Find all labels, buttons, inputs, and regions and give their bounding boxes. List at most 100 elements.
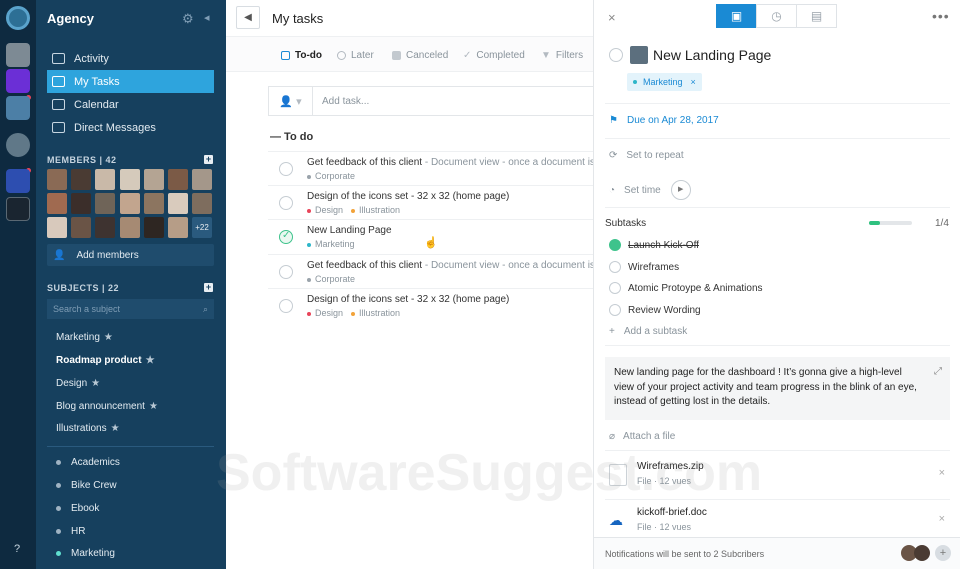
subject-blog-announcement[interactable]: Blog announcement ★ — [56, 401, 158, 412]
subscriber-avatar[interactable] — [914, 545, 930, 561]
add-subject-plus-icon[interactable]: + — [204, 283, 213, 292]
avatar[interactable] — [168, 193, 188, 214]
avatar[interactable] — [47, 169, 67, 190]
back-button[interactable]: ◀ — [236, 6, 260, 29]
star-icon[interactable]: ★ — [149, 401, 158, 412]
task-row[interactable]: Get feedback of this client - Document v… — [268, 151, 593, 185]
avatar[interactable] — [71, 217, 91, 238]
avatar[interactable] — [192, 169, 212, 190]
assignee-avatar[interactable] — [630, 46, 648, 64]
star-icon[interactable]: ★ — [91, 378, 100, 389]
workspace-item[interactable] — [6, 133, 30, 157]
nav-my-tasks[interactable]: My Tasks — [47, 70, 214, 93]
more-options-icon[interactable]: ••• — [932, 8, 950, 24]
task-row[interactable]: Get feedback of this client - Document v… — [268, 254, 593, 288]
add-task-input[interactable]: Add task... — [313, 96, 369, 107]
task-checkbox-checked[interactable]: ✓ — [279, 230, 293, 244]
subtask-item[interactable]: Review Wording — [609, 304, 701, 316]
repeat-field[interactable]: ⟳ Set to repeat — [609, 150, 684, 161]
subject-search-input[interactable]: Search a subject ⌕ — [47, 299, 214, 319]
tag-hr[interactable]: HR — [56, 526, 85, 537]
avatar[interactable] — [95, 169, 115, 190]
workspace-item[interactable] — [6, 96, 30, 120]
tag-bike-crew[interactable]: Bike Crew — [56, 480, 117, 491]
task-checkbox[interactable] — [279, 162, 293, 176]
tab-later[interactable]: Later — [337, 50, 374, 61]
add-members-button[interactable]: 👤 Add members — [47, 244, 214, 266]
star-icon[interactable]: ★ — [111, 423, 120, 434]
avatar[interactable] — [95, 217, 115, 238]
subtask-checkbox[interactable] — [609, 261, 621, 273]
gear-icon[interactable]: ⚙ — [182, 11, 194, 27]
workspace-item[interactable] — [6, 43, 30, 67]
task-title[interactable]: New Landing Page — [653, 47, 771, 63]
file-name[interactable]: kickoff-brief.doc — [637, 507, 707, 518]
task-row[interactable]: Design of the icons set - 32 x 32 (home … — [268, 288, 593, 322]
task-checkbox[interactable] — [279, 196, 293, 210]
avatar[interactable] — [168, 217, 188, 238]
star-icon[interactable]: ★ — [104, 332, 113, 343]
task-checkbox[interactable] — [279, 299, 293, 313]
tab-completed[interactable]: ✓ Completed — [463, 50, 525, 61]
file-name[interactable]: Wireframes.zip — [637, 461, 704, 472]
task-description-box[interactable]: New landing page for the dashboard ! It’… — [605, 357, 950, 420]
tab-filters[interactable]: ▼ Filters — [541, 50, 583, 61]
tab-detail-inbox[interactable]: ▣ — [716, 4, 757, 28]
avatar[interactable] — [47, 193, 67, 214]
subject-design[interactable]: Design ★ — [56, 378, 100, 389]
avatar[interactable] — [71, 193, 91, 214]
workspace-item[interactable] — [6, 169, 30, 193]
more-members-badge[interactable]: +22 — [192, 217, 212, 238]
workspace-item[interactable] — [6, 69, 30, 93]
task-complete-checkbox[interactable] — [609, 48, 623, 62]
expand-icon[interactable]: ⤢ — [934, 365, 942, 380]
avatar[interactable] — [120, 193, 140, 214]
assign-user-icon[interactable]: 👤 ▾ — [269, 87, 313, 115]
subtask-checkbox[interactable] — [609, 282, 621, 294]
attach-file-button[interactable]: ⌀ Attach a file — [609, 431, 675, 442]
subject-illustrations[interactable]: Illustrations ★ — [56, 423, 120, 434]
add-subscriber-icon[interactable]: + — [935, 545, 951, 561]
task-row[interactable]: Design of the icons set - 32 x 32 (home … — [268, 185, 593, 219]
subject-roadmap-product[interactable]: Roadmap product ★ — [56, 355, 155, 366]
close-icon[interactable]: × — [608, 10, 616, 25]
tag-marketing[interactable]: Marketing — [56, 548, 115, 559]
remove-tag-icon[interactable]: × — [691, 77, 696, 87]
avatar[interactable] — [95, 193, 115, 214]
avatar[interactable] — [47, 217, 67, 238]
subject-marketing[interactable]: Marketing ★ — [56, 332, 113, 343]
avatar[interactable] — [144, 169, 164, 190]
file-item[interactable]: Wireframes.zip File · 12 vues × — [609, 458, 949, 498]
avatar[interactable] — [192, 193, 212, 214]
avatar[interactable] — [168, 169, 188, 190]
workspace-logo-icon[interactable] — [6, 6, 30, 30]
nav-calendar[interactable]: Calendar — [47, 93, 214, 116]
nav-direct-messages[interactable]: Direct Messages — [47, 116, 214, 139]
add-subtask-button[interactable]: + Add a subtask — [609, 326, 687, 337]
tag-ebook[interactable]: Ebook — [56, 503, 99, 514]
subtask-item[interactable]: Wireframes — [609, 261, 679, 273]
subtask-checkbox-checked[interactable] — [609, 239, 621, 251]
play-icon[interactable]: ▶ — [670, 180, 691, 200]
help-icon[interactable]: ? — [14, 543, 20, 555]
add-member-plus-icon[interactable]: + — [204, 155, 213, 164]
avatar[interactable] — [120, 217, 140, 238]
tab-canceled[interactable]: Canceled — [392, 50, 448, 61]
tag-chip-marketing[interactable]: Marketing × — [627, 73, 702, 91]
tab-detail-later[interactable]: ◷ — [756, 4, 797, 28]
avatar[interactable] — [120, 169, 140, 190]
tab-detail-archive[interactable]: ▤ — [796, 4, 837, 28]
remove-file-icon[interactable]: × — [939, 513, 945, 525]
avatar[interactable] — [71, 169, 91, 190]
group-header-todo[interactable]: — To do — [270, 131, 313, 143]
star-icon[interactable]: ★ — [146, 355, 155, 366]
set-time-field[interactable]: ◔ Set time ▶ — [609, 180, 691, 200]
subtask-item[interactable]: Launch Kick-Off — [609, 239, 699, 251]
avatar[interactable] — [144, 193, 164, 214]
tag-academics[interactable]: Academics — [56, 457, 120, 468]
collapse-sidebar-icon[interactable]: ◂ — [204, 11, 210, 24]
nav-activity[interactable]: Activity — [47, 47, 214, 70]
task-checkbox[interactable] — [279, 265, 293, 279]
workspace-item[interactable] — [6, 197, 30, 221]
due-date-field[interactable]: ⚑ Due on Apr 28, 2017 — [609, 115, 719, 126]
